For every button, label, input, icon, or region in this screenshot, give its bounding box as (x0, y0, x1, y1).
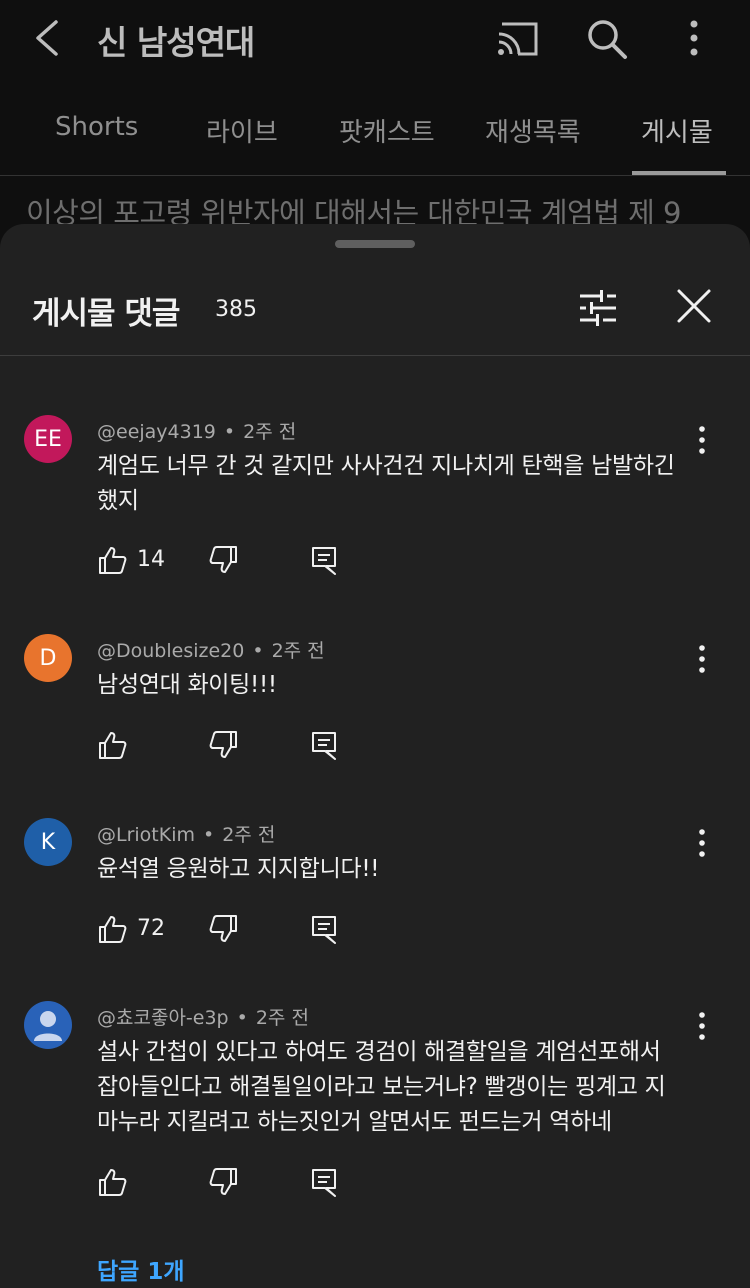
comment-meta: @eejay4319 • 2주 전 (97, 421, 297, 443)
active-tab-indicator (632, 171, 726, 175)
comment-author[interactable]: @쵸코좋아-e3p (97, 1007, 229, 1029)
comment-meta: @Doublesize20 • 2주 전 (97, 640, 325, 662)
comment-more-icon[interactable] (690, 828, 714, 858)
tab-posts[interactable]: 게시물 (641, 112, 713, 149)
avatar[interactable]: D (24, 634, 72, 682)
reply-icon[interactable] (310, 730, 338, 760)
reply-icon[interactable] (310, 545, 338, 575)
thumbs-up-icon[interactable] (97, 730, 127, 760)
search-icon[interactable] (586, 18, 628, 60)
cast-icon[interactable] (496, 20, 540, 58)
comment-actions (97, 730, 397, 766)
comment-text: 계엄도 너무 간 것 같지만 사사건건 지나치게 탄핵을 남발하긴 했지 (97, 453, 675, 514)
avatar[interactable]: K (24, 818, 72, 866)
avatar[interactable]: EE (24, 415, 72, 463)
comment-actions (97, 1167, 397, 1203)
thumbs-down-icon[interactable] (209, 545, 239, 575)
comment-text: 윤석열 응원하고 지지합니다!! (97, 856, 380, 882)
comments-sheet: 게시물 댓글 385 EE @eejay4319 • 2주 전 계엄도 너무 간… (0, 224, 750, 1288)
comment-more-icon[interactable] (690, 644, 714, 674)
thumbs-down-icon[interactable] (209, 730, 239, 760)
sheet-title: 게시물 댓글 (32, 296, 180, 332)
sheet-header: 게시물 댓글 385 (0, 264, 750, 356)
default-avatar-icon (34, 1011, 62, 1041)
thumbs-down-icon[interactable] (209, 914, 239, 944)
thumbs-up-icon[interactable] (97, 545, 127, 575)
comment-more-icon[interactable] (690, 1011, 714, 1041)
thumbs-up-icon[interactable] (97, 1167, 127, 1197)
thumbs-up-icon[interactable] (97, 914, 127, 944)
comment-count: 385 (215, 297, 257, 322)
view-replies-link[interactable]: 답글 1개 (97, 1252, 185, 1286)
channel-title: 신 남성연대 (97, 23, 255, 62)
comment-time: 2주 전 (222, 824, 276, 846)
comment-meta: @LriotKim • 2주 전 (97, 824, 276, 846)
tab-live[interactable]: 라이브 (206, 112, 278, 149)
more-options-icon[interactable] (684, 18, 704, 58)
reply-icon[interactable] (310, 1167, 338, 1197)
comment-more-icon[interactable] (690, 425, 714, 455)
like-count: 14 (137, 547, 165, 572)
comment-time: 2주 전 (243, 421, 297, 443)
sort-filter-icon[interactable] (578, 288, 618, 328)
tab-playlists[interactable]: 재생목록 (485, 112, 581, 149)
comment-meta: @쵸코좋아-e3p • 2주 전 (97, 1007, 309, 1029)
comment-text: 남성연대 화이팅!!! (97, 672, 277, 698)
channel-tabs: Shorts 라이브 팟캐스트 재생목록 게시물 (0, 92, 750, 176)
back-arrow-icon[interactable] (30, 18, 66, 58)
comment-author[interactable]: @eejay4319 (97, 421, 216, 443)
close-icon[interactable] (676, 288, 712, 324)
comment-time: 2주 전 (271, 640, 325, 662)
comment-author[interactable]: @Doublesize20 (97, 640, 244, 662)
thumbs-down-icon[interactable] (209, 1167, 239, 1197)
comment-time: 2주 전 (255, 1007, 309, 1029)
tab-shorts[interactable]: Shorts (55, 112, 138, 142)
drag-handle[interactable] (335, 240, 415, 248)
like-count: 72 (137, 916, 165, 941)
avatar[interactable] (24, 1001, 72, 1049)
comment-author[interactable]: @LriotKim (97, 824, 195, 846)
reply-icon[interactable] (310, 914, 338, 944)
comment-actions: 14 (97, 545, 397, 581)
comment-text: 설사 간첩이 있다고 하여도 경검이 해결할일을 계엄선포해서 잡아들인다고 해… (97, 1039, 666, 1135)
tab-podcast[interactable]: 팟캐스트 (339, 112, 435, 149)
top-app-bar: 신 남성연대 (0, 0, 750, 80)
comment-actions: 72 (97, 914, 397, 950)
